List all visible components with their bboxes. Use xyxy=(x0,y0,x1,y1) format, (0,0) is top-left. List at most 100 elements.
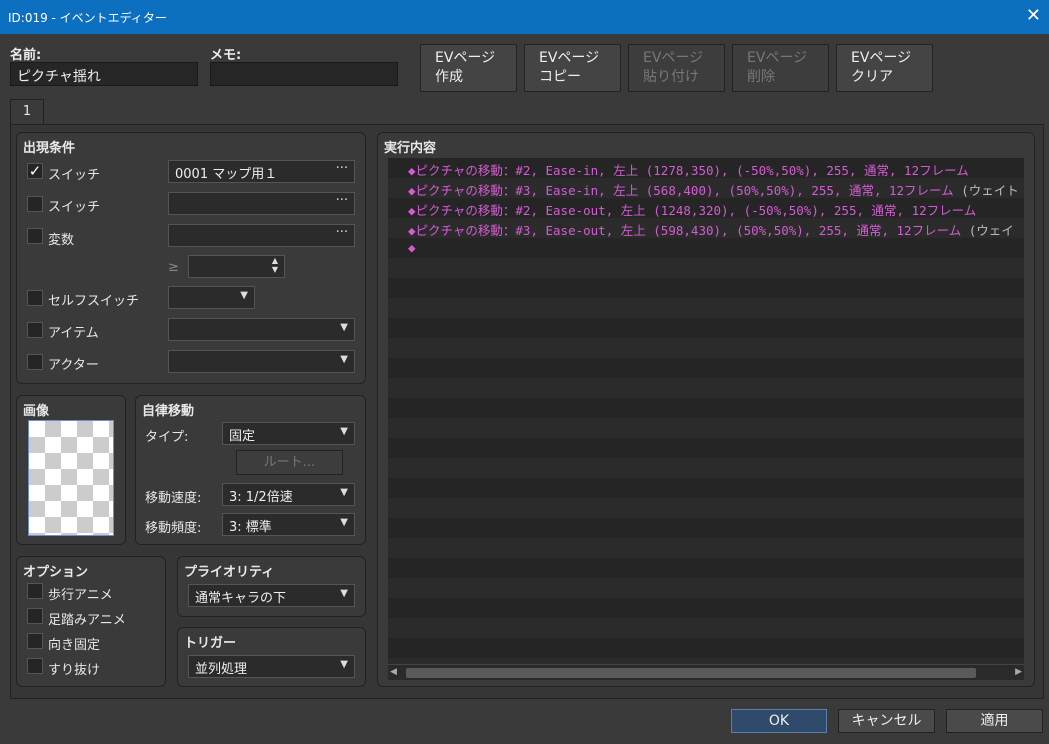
create-page-button[interactable]: EVページ 作成 xyxy=(420,44,517,92)
cancel-button[interactable]: キャンセル xyxy=(838,709,935,733)
priority-title: プライオリティ xyxy=(184,565,275,580)
command-row[interactable]: ◆ピクチャの移動：#3, Ease-in, 左上 (568,400), (50%… xyxy=(388,178,1024,198)
ellipsis-icon: ··· xyxy=(335,225,348,240)
empty-row xyxy=(388,318,1024,338)
freq-select[interactable]: 3: 標準 ▼ xyxy=(222,513,355,536)
empty-row xyxy=(388,358,1024,378)
window-title: ID:019 - イベントエディター xyxy=(8,11,167,25)
switch2-checkbox[interactable] xyxy=(27,196,43,212)
chevron-down-icon: ▼ xyxy=(340,517,348,528)
actor-select[interactable]: ▼ xyxy=(168,350,355,373)
route-button[interactable]: ルート... xyxy=(236,450,343,475)
dir-fix-checkbox[interactable] xyxy=(27,633,43,649)
command-text: ◆ xyxy=(408,240,416,255)
title-bar: ID:019 - イベントエディター ✕ xyxy=(0,0,1049,34)
empty-row xyxy=(388,278,1024,298)
memo-field[interactable] xyxy=(210,62,398,86)
chevron-down-icon: ▼ xyxy=(340,588,348,599)
item-select[interactable]: ▼ xyxy=(168,318,355,341)
command-main: ◆ピクチャの移動：#3, Ease-in, 左上 (568,400), (50%… xyxy=(408,183,954,198)
delete-page-button[interactable]: EVページ 削除 xyxy=(732,44,829,92)
empty-row xyxy=(388,258,1024,278)
switch1-checkbox[interactable]: ✓ xyxy=(27,163,43,179)
command-row[interactable]: ◆ピクチャの移動：#2, Ease-in, 左上 (1278,350), (-5… xyxy=(388,158,1024,178)
name-label: 名前: xyxy=(10,48,42,63)
command-row[interactable]: ◆ピクチャの移動：#2, Ease-out, 左上 (1248,320), (-… xyxy=(388,198,1024,218)
step-anim-checkbox[interactable] xyxy=(27,608,43,624)
item-checkbox[interactable] xyxy=(27,322,43,338)
through-label: すり抜け xyxy=(48,663,101,678)
command-row[interactable]: ◆ xyxy=(388,238,1024,258)
trigger-title: トリガー xyxy=(184,636,237,651)
image-preview[interactable] xyxy=(28,420,114,536)
walk-anim-checkbox[interactable] xyxy=(27,583,43,599)
step-anim-label: 足踏みアニメ xyxy=(48,613,126,628)
priority-value: 通常キャラの下 xyxy=(195,591,287,606)
switch1-label: スイッチ xyxy=(48,168,101,183)
conditions-title: 出現条件 xyxy=(23,141,76,156)
speed-select[interactable]: 3: 1/2倍速 ▼ xyxy=(222,483,355,506)
trigger-value: 並列処理 xyxy=(195,662,248,677)
empty-row xyxy=(388,478,1024,498)
variable-number-input[interactable]: ▲ ▼ xyxy=(188,255,285,278)
command-text: ◆ピクチャの移動：#2, Ease-out, 左上 (1248,320), (-… xyxy=(408,203,977,218)
create-page-label-1: EVページ xyxy=(435,50,496,66)
empty-row xyxy=(388,398,1024,418)
command-text: ◆ピクチャの移動：#2, Ease-in, 左上 (1278,350), (-5… xyxy=(408,163,969,178)
paste-page-label-1: EVページ xyxy=(643,50,704,66)
freq-value: 3: 標準 xyxy=(229,520,272,535)
ellipsis-icon: ··· xyxy=(335,193,348,208)
through-checkbox[interactable] xyxy=(27,658,43,674)
spin-icon[interactable]: ▲ ▼ xyxy=(272,256,278,274)
switch2-select[interactable]: ··· xyxy=(168,192,355,215)
trigger-select[interactable]: 並列処理 ▼ xyxy=(188,655,355,678)
empty-row xyxy=(388,578,1024,598)
clear-page-button[interactable]: EVページ クリア xyxy=(836,44,933,92)
switch2-label: スイッチ xyxy=(48,200,101,215)
chevron-down-icon: ▼ xyxy=(340,426,348,437)
tab-page-1[interactable]: 1 xyxy=(10,99,44,125)
selfswitch-select[interactable]: ▼ xyxy=(168,286,255,309)
switch1-value: 0001 マップ用１ xyxy=(175,167,278,182)
scroll-left-icon[interactable]: ◀ xyxy=(390,667,397,677)
item-label: アイテム xyxy=(48,326,99,341)
delete-page-label-1: EVページ xyxy=(747,50,808,66)
command-text: ◆ピクチャの移動：#3, Ease-out, 左上 (598,430), (50… xyxy=(408,220,1014,239)
name-field[interactable]: ピクチャ揺れ xyxy=(10,62,198,86)
variable-label: 変数 xyxy=(48,233,75,248)
ok-button[interactable]: OK xyxy=(731,709,827,733)
scroll-right-icon[interactable]: ▶ xyxy=(1015,667,1022,677)
empty-row xyxy=(388,458,1024,478)
chevron-down-icon: ▼ xyxy=(340,659,348,670)
options-title: オプション xyxy=(23,565,89,580)
selfswitch-checkbox[interactable] xyxy=(27,290,43,306)
apply-button[interactable]: 適用 xyxy=(946,709,1043,733)
priority-select[interactable]: 通常キャラの下 ▼ xyxy=(188,584,355,607)
paste-page-button[interactable]: EVページ 貼り付け xyxy=(628,44,725,92)
actor-checkbox[interactable] xyxy=(27,354,43,370)
switch1-select[interactable]: 0001 マップ用１ ··· xyxy=(168,160,355,183)
ellipsis-icon: ··· xyxy=(335,161,348,176)
type-label: タイプ: xyxy=(145,430,189,445)
close-icon[interactable]: ✕ xyxy=(1026,5,1041,26)
freq-label: 移動頻度: xyxy=(145,521,202,536)
type-select[interactable]: 固定 ▼ xyxy=(222,422,355,445)
scrollbar-thumb[interactable] xyxy=(406,668,976,678)
create-page-label-2: 作成 xyxy=(435,69,463,85)
delete-page-label-2: 削除 xyxy=(747,69,775,85)
empty-row xyxy=(388,598,1024,618)
actor-label: アクター xyxy=(48,358,99,373)
variable-compare: ≥ xyxy=(168,260,179,275)
command-tail: (ウェイト xyxy=(953,183,1019,198)
walk-anim-label: 歩行アニメ xyxy=(48,588,113,603)
horizontal-scrollbar[interactable]: ◀ ▶ xyxy=(388,664,1024,680)
copy-page-button[interactable]: EVページ コピー xyxy=(524,44,621,92)
clear-page-label-1: EVページ xyxy=(851,50,912,66)
empty-row xyxy=(388,518,1024,538)
variable-checkbox[interactable] xyxy=(27,228,43,244)
command-tail: (ウェイ xyxy=(961,223,1014,238)
variable-select[interactable]: ··· xyxy=(168,224,355,247)
command-row[interactable]: ◆ピクチャの移動：#3, Ease-out, 左上 (598,430), (50… xyxy=(388,218,1024,238)
contents-title: 実行内容 xyxy=(384,141,437,156)
command-list[interactable]: ◆ピクチャの移動：#2, Ease-in, 左上 (1278,350), (-5… xyxy=(388,158,1024,664)
